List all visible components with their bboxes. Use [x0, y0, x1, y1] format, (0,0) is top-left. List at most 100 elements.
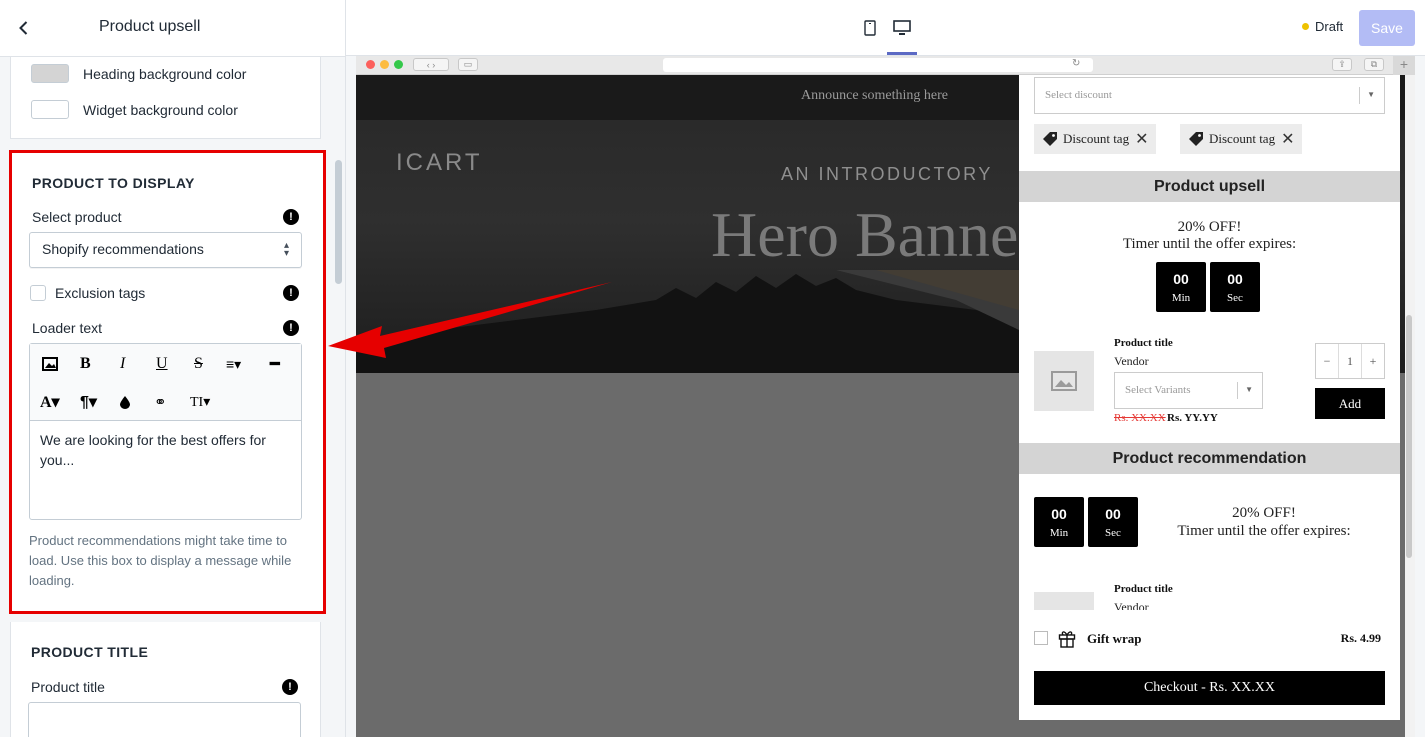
loader-text-content[interactable]: We are looking for the best offers for y… [40, 430, 290, 470]
font-color-icon[interactable]: A▾ [40, 390, 60, 414]
hero-title: Hero Banner [711, 199, 1040, 270]
gift-wrap-price: Rs. 4.99 [1340, 631, 1381, 645]
select-separator [1359, 87, 1360, 104]
select-product-dropdown[interactable]: Shopify recommendations ▴ ▾ [29, 232, 302, 268]
rec-timer-seconds: 00 Sec [1088, 497, 1138, 547]
info-icon[interactable]: ! [283, 320, 299, 336]
underline-icon[interactable]: U [156, 352, 168, 376]
product-title-label: Product title [31, 679, 105, 695]
timer-seconds-label: Sec [1105, 527, 1121, 539]
product-title-heading: PRODUCT TITLE [31, 644, 149, 660]
exclusion-tags-checkbox[interactable] [30, 285, 46, 301]
save-button[interactable]: Save [1359, 10, 1415, 46]
discount-placeholder: Select discount [1045, 89, 1112, 101]
heading-bg-label: Heading background color [83, 65, 247, 82]
settings-sidebar: Product upsell Heading background color … [0, 0, 346, 737]
active-device-indicator [887, 52, 917, 55]
chevron-down-icon: ▼ [1245, 385, 1253, 394]
info-icon[interactable]: ! [282, 679, 298, 695]
paragraph-icon[interactable]: ¶▾ [80, 390, 97, 414]
upsell-timer-minutes: 00 Min [1156, 262, 1206, 312]
tag-icon [1189, 132, 1203, 146]
share-icon: ⇪ [1332, 58, 1352, 71]
widget-bg-label: Widget background color [83, 101, 238, 118]
chevron-down-icon: ▼ [1367, 90, 1375, 99]
qty-minus-button[interactable]: − [1316, 344, 1339, 378]
gift-wrap-checkbox[interactable] [1034, 631, 1048, 645]
upsell-offer-text: 20% OFF! [1177, 219, 1242, 235]
select-product-label: Select product [32, 209, 122, 225]
back-icon[interactable] [14, 18, 34, 38]
desktop-icon [893, 20, 911, 35]
text-size-icon[interactable]: TI▾ [190, 390, 210, 414]
checkout-button[interactable]: Checkout - Rs. XX.XX [1034, 671, 1385, 705]
upsell-widget: Select discount ▼ Discount tag ✕ Discoun… [1019, 75, 1400, 720]
store-logo: ICART [396, 149, 483, 176]
hero-subtitle: AN INTRODUCTORY [781, 164, 993, 184]
tabs-icon: ⧉ [1364, 58, 1384, 71]
discount-tag-label: Discount tag [1063, 131, 1130, 146]
remove-tag-icon[interactable]: ✕ [1281, 129, 1294, 149]
nav-arrows-icon: ‹ › [413, 58, 449, 71]
rec-offer-text: 20% OFF! [1232, 505, 1296, 521]
italic-icon[interactable]: I [120, 352, 125, 376]
variant-select[interactable]: Select Variants ▼ [1114, 372, 1263, 409]
timer-seconds-label: Sec [1227, 292, 1243, 304]
drop-icon[interactable] [120, 390, 130, 414]
upsell-timer-text: Timer until the offer expires: [1122, 236, 1297, 252]
select-product-value: Shopify recommendations [42, 241, 204, 257]
product-title-card: PRODUCT TITLE Product title ! [10, 622, 321, 737]
status-badge: Draft [1302, 19, 1343, 34]
rec-product-image-placeholder [1034, 592, 1094, 610]
product-title-input[interactable] [28, 702, 301, 737]
rec-product-vendor: Vendor [1114, 600, 1149, 610]
select-arrows-icon: ▴ ▾ [283, 240, 289, 259]
timer-minutes-value: 00 [1051, 506, 1067, 522]
discount-tag-chip: Discount tag ✕ [1034, 124, 1157, 154]
gift-icon [1058, 631, 1076, 648]
info-icon[interactable]: ! [283, 209, 299, 225]
upsell-product-vendor: Vendor [1114, 354, 1149, 368]
mobile-preview-button[interactable] [858, 16, 882, 40]
status-label: Draft [1315, 19, 1344, 34]
horizontal-rule-icon[interactable]: ━ [270, 352, 280, 376]
strikethrough-icon[interactable]: S [194, 352, 203, 376]
sidebar-scrollbar-thumb[interactable] [335, 160, 342, 284]
rec-product-title: Product title [1114, 583, 1173, 595]
browser-chrome: ‹ › ▭ ↻ ⇪ ⧉ + [356, 56, 1415, 75]
desktop-preview-button[interactable] [890, 16, 914, 40]
heading-bg-swatch[interactable] [31, 64, 69, 83]
rec-timer-minutes: 00 Min [1034, 497, 1084, 547]
widget-bg-swatch[interactable] [31, 100, 69, 119]
price-current: Rs. YY.YY [1167, 412, 1218, 424]
sidebar-header: Product upsell [0, 0, 345, 57]
sidebar-title: Product upsell [99, 18, 201, 35]
sidebar-scrollbar[interactable] [334, 57, 345, 737]
preview-scrollbar-thumb[interactable] [1406, 315, 1412, 558]
info-icon[interactable]: ! [283, 285, 299, 301]
qty-value[interactable]: 1 [1339, 344, 1362, 378]
widget-bg-color-row[interactable]: Widget background color [31, 100, 238, 119]
image-icon[interactable] [42, 352, 58, 376]
maximize-dot-icon [394, 60, 403, 69]
product-image-placeholder [1034, 351, 1094, 411]
add-button[interactable]: Add [1315, 388, 1385, 419]
discount-tag-chip: Discount tag ✕ [1180, 124, 1303, 154]
mobile-icon [864, 20, 876, 36]
heading-bg-color-row[interactable]: Heading background color [31, 64, 246, 83]
sidebar-toggle-icon: ▭ [458, 58, 478, 71]
app-root: Product upsell Heading background color … [0, 0, 1425, 737]
timer-seconds-value: 00 [1105, 506, 1121, 522]
bold-icon[interactable]: B [80, 352, 91, 376]
discount-select[interactable]: Select discount ▼ [1034, 77, 1385, 114]
remove-tag-icon[interactable]: ✕ [1135, 129, 1148, 149]
product-to-display-card: PRODUCT TO DISPLAY Select product ! Shop… [9, 150, 326, 614]
upsell-heading: Product upsell [1019, 171, 1400, 202]
align-icon[interactable]: ≡▾ [226, 352, 241, 376]
close-dot-icon [366, 60, 375, 69]
link-icon[interactable]: ⚭ [154, 390, 167, 414]
qty-plus-button[interactable]: + [1362, 344, 1384, 378]
timer-seconds-value: 00 [1227, 271, 1243, 287]
gift-wrap-row: Gift wrap Rs. 4.99 [1034, 628, 1385, 650]
loader-text-editor: B I U S ≡▾ ━ A▾ ¶▾ ⚭ TI▾ We are looking … [29, 343, 302, 520]
